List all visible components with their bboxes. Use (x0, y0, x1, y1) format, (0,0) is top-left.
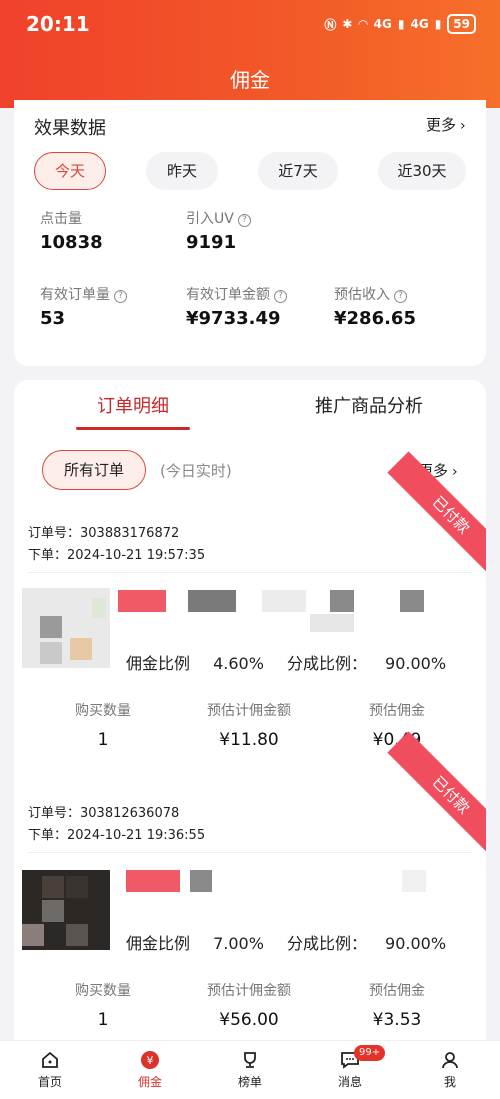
stat-order-amount-label: 有效订单金额? (186, 284, 287, 304)
header: 20:11 Ⓝ ✱ ◠ 4G ▮ 4G ▮ 59 佣金 (0, 0, 500, 108)
range-today-button[interactable]: 今天 (34, 152, 106, 190)
home-icon (42, 1051, 58, 1068)
stat-uv-label: 引入UV? (186, 208, 251, 228)
product-image[interactable] (22, 588, 110, 668)
order-number: 订单号：303812636078 (28, 806, 180, 821)
wifi-icon: ◠ (358, 17, 368, 31)
help-icon[interactable]: ? (274, 290, 287, 303)
chevron-right-icon: › (452, 464, 458, 480)
tabbar-me-label: 我 (443, 1075, 456, 1089)
stat-income-label: 预估收入? (334, 284, 407, 304)
order-time: 下单：2024-10-21 19:57:35 (28, 548, 206, 563)
tabbar-home-label: 首页 (37, 1075, 62, 1089)
range-7days-button[interactable]: 近7天 (258, 152, 338, 190)
page-title: 佣金 (230, 68, 270, 92)
product-title-blurred (118, 590, 166, 612)
tabbar-ranking[interactable]: 榜单 (210, 1049, 290, 1090)
tabbar-me[interactable]: 我 (410, 1049, 490, 1090)
signal-icon: ▮ (397, 17, 405, 31)
commission-label: 预估佣金 (369, 703, 425, 719)
help-icon[interactable]: ? (394, 290, 407, 303)
commission-base-label: 预估计佣金额 (207, 703, 291, 719)
share-rate: 分成比例： 90.00% (287, 934, 447, 953)
signal-label: 4G (373, 17, 392, 31)
trophy-icon (244, 1052, 256, 1068)
tabbar-messages[interactable]: 消息 99+ (310, 1045, 390, 1090)
filter-hint: (今日实时) (160, 462, 232, 480)
tab-product-analysis[interactable]: 推广商品分析 (304, 392, 434, 418)
effect-more-link[interactable]: 更多 › (426, 114, 466, 135)
user-icon (442, 1052, 458, 1069)
message-badge: 99+ (354, 1045, 386, 1061)
svg-text:¥: ¥ (147, 1054, 154, 1067)
tabbar-home[interactable]: 首页 (10, 1049, 90, 1090)
orders-card: 订单明细 推广商品分析 所有订单 (今日实时) 更多 › 已付款 订单号：3038… (14, 380, 486, 1060)
stat-uv-value: 9191 (186, 232, 237, 253)
battery-icon: 59 (447, 14, 476, 34)
commission-rate: 佣金比例 7.00% (126, 934, 264, 953)
tabbar-ranking-label: 榜单 (237, 1075, 262, 1089)
effect-data-card: 效果数据 更多 › 今天 昨天 近7天 近30天 点击量 10838 引入UV? … (14, 100, 486, 366)
yen-icon: ¥ (141, 1051, 159, 1069)
quantity-value: 1 (97, 730, 109, 750)
divider (28, 572, 472, 573)
help-icon[interactable]: ? (114, 290, 127, 303)
commission-base-value: ¥56.00 (219, 1010, 279, 1030)
divider (28, 852, 472, 853)
quantity-label: 购买数量 (75, 703, 131, 719)
rate-line: 佣金比例 4.60% 分成比例： 90.00% (126, 650, 446, 674)
commission-base-value: ¥11.80 (219, 730, 279, 750)
stat-order-amount-value: ¥9733.49 (186, 308, 281, 329)
stat-income-value: ¥286.65 (334, 308, 416, 329)
range-yesterday-button[interactable]: 昨天 (146, 152, 218, 190)
product-title-blurred (126, 870, 180, 892)
commission-rate: 佣金比例 4.60% (126, 654, 264, 673)
filter-all-orders-button[interactable]: 所有订单 (42, 450, 146, 490)
tab-indicator (76, 427, 190, 430)
nfc-icon: Ⓝ (324, 17, 337, 32)
stat-orders-label: 有效订单量? (40, 284, 127, 304)
effect-more-label: 更多 (426, 116, 457, 134)
stat-clicks-value: 10838 (40, 232, 103, 253)
quantity-label: 购买数量 (75, 983, 131, 999)
effect-data-title: 效果数据 (34, 118, 106, 139)
chevron-right-icon: › (460, 118, 466, 134)
tab-order-detail[interactable]: 订单明细 (76, 392, 190, 418)
stat-orders-value: 53 (40, 308, 66, 329)
help-icon[interactable]: ? (237, 214, 251, 227)
tabbar-commission[interactable]: ¥ 佣金 (110, 1049, 190, 1090)
signal-label-2: 4G (410, 17, 429, 31)
bottom-tab-bar: 首页 ¥ 佣金 榜单 消息 99+ 我 (0, 1040, 500, 1099)
signal-icon-2: ▮ (434, 17, 442, 31)
commission-value: ¥3.53 (372, 1010, 422, 1030)
status-bar: 20:11 Ⓝ ✱ ◠ 4G ▮ 4G ▮ 59 (0, 0, 500, 52)
bluetooth-icon: ✱ (342, 17, 353, 31)
rate-line: 佣金比例 7.00% 分成比例： 90.00% (126, 930, 446, 954)
product-image[interactable] (22, 870, 110, 950)
order-item[interactable]: 已付款 订单号：303883176872 下单：2024-10-21 19:57… (14, 451, 486, 758)
status-time: 20:11 (26, 12, 90, 36)
order-number: 订单号：303883176872 (28, 526, 180, 541)
order-item[interactable]: 已付款 订单号：303812636078 下单：2024-10-21 19:36… (14, 731, 486, 1038)
range-30days-button[interactable]: 近30天 (378, 152, 466, 190)
status-icons: Ⓝ ✱ ◠ 4G ▮ 4G ▮ 59 (324, 14, 476, 34)
commission-label: 预估佣金 (369, 983, 425, 999)
quantity-value: 1 (97, 1010, 109, 1030)
tabbar-commission-label: 佣金 (137, 1075, 162, 1089)
tabbar-messages-label: 消息 (337, 1075, 362, 1089)
commission-base-label: 预估计佣金额 (207, 983, 291, 999)
order-time: 下单：2024-10-21 19:36:55 (28, 828, 206, 843)
share-rate: 分成比例： 90.00% (287, 654, 447, 673)
stat-clicks-label: 点击量 (40, 211, 82, 227)
